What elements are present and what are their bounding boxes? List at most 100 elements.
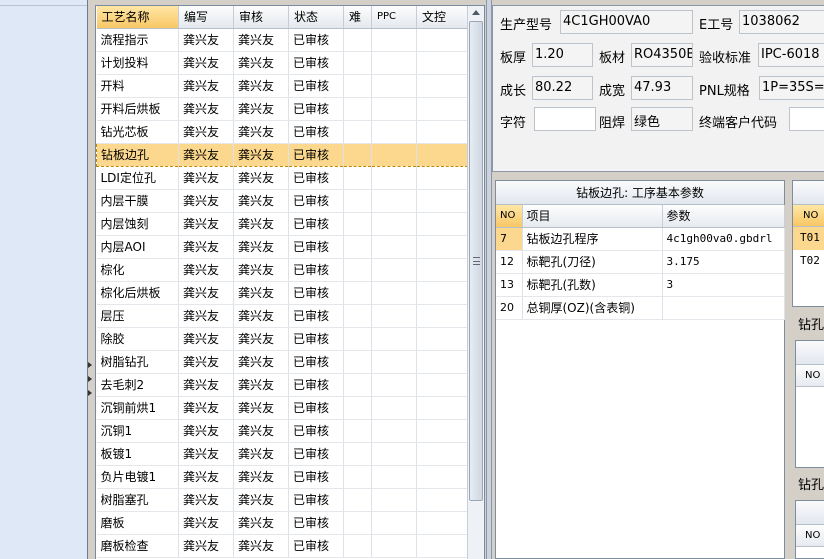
process-name-cell[interactable]: 沉铜1 [96, 419, 179, 443]
writer-cell[interactable]: 龚兴友 [178, 396, 234, 420]
ppc-cell[interactable] [371, 396, 417, 420]
ppc-cell[interactable] [371, 258, 417, 282]
process-grid-scrollbar[interactable] [467, 6, 484, 559]
process-name-cell[interactable]: 磨板 [96, 511, 179, 535]
reviewer-cell[interactable]: 龚兴友 [233, 304, 289, 328]
status-cell[interactable]: 已审核 [288, 442, 344, 466]
ppc-cell[interactable] [371, 212, 417, 236]
writer-cell[interactable]: 龚兴友 [178, 488, 234, 512]
reviewer-cell[interactable]: 龚兴友 [233, 74, 289, 98]
writer-cell[interactable]: 龚兴友 [178, 258, 234, 282]
difficulty-cell[interactable] [343, 419, 372, 443]
difficulty-cell[interactable] [343, 212, 372, 236]
difficulty-cell[interactable] [343, 511, 372, 535]
ppc-cell[interactable] [371, 120, 417, 144]
difficulty-cell[interactable] [343, 258, 372, 282]
difficulty-cell[interactable] [343, 235, 372, 259]
writer-cell[interactable]: 龚兴友 [178, 281, 234, 305]
doc-control-cell[interactable] [416, 51, 469, 75]
pnl-field[interactable]: 1P=35S= [759, 76, 824, 100]
status-cell[interactable]: 已审核 [288, 465, 344, 489]
col-header-process-name[interactable]: 工艺名称 [96, 6, 179, 29]
doc-control-cell[interactable] [416, 166, 469, 190]
difficulty-cell[interactable] [343, 350, 372, 374]
doc-control-cell[interactable] [416, 373, 469, 397]
reviewer-cell[interactable]: 龚兴友 [233, 258, 289, 282]
col-header-writer[interactable]: 编写 [178, 6, 234, 29]
status-cell[interactable]: 已审核 [288, 166, 344, 190]
doc-control-cell[interactable] [416, 419, 469, 443]
status-cell[interactable]: 已审核 [288, 350, 344, 374]
reviewer-cell[interactable]: 龚兴友 [233, 235, 289, 259]
writer-cell[interactable]: 龚兴友 [178, 97, 234, 121]
reviewer-cell[interactable]: 龚兴友 [233, 189, 289, 213]
process-row[interactable]: 棕化后烘板 龚兴友 龚兴友 已审核 [96, 281, 469, 305]
difficulty-cell[interactable] [343, 373, 372, 397]
reviewer-cell[interactable]: 龚兴友 [233, 142, 289, 167]
status-cell[interactable]: 已审核 [288, 327, 344, 351]
process-row[interactable]: 树脂塞孔 龚兴友 龚兴友 已审核 [96, 488, 469, 512]
difficulty-cell[interactable] [343, 304, 372, 328]
difficulty-cell[interactable] [343, 142, 372, 167]
writer-cell[interactable]: 龚兴友 [178, 189, 234, 213]
process-row[interactable]: 钻板边孔 龚兴友 龚兴友 已审核 [96, 142, 469, 167]
params-value-cell[interactable]: 3.175 [662, 250, 785, 274]
ppc-cell[interactable] [371, 511, 417, 535]
doc-control-cell[interactable] [416, 327, 469, 351]
ppc-cell[interactable] [371, 142, 417, 167]
process-row[interactable]: 流程指示 龚兴友 龚兴友 已审核 [96, 28, 469, 52]
doc-control-cell[interactable] [416, 120, 469, 144]
standard-field[interactable]: IPC-6018 [758, 43, 824, 67]
status-cell[interactable]: 已审核 [288, 28, 344, 52]
status-cell[interactable]: 已审核 [288, 304, 344, 328]
process-name-cell[interactable]: 计划投料 [96, 51, 179, 75]
process-row[interactable]: 磨板 龚兴友 龚兴友 已审核 [96, 511, 469, 535]
tool-row[interactable]: T01 [793, 227, 824, 250]
process-row[interactable]: 磨板检查 龚兴友 龚兴友 已审核 [96, 534, 469, 558]
doc-control-cell[interactable] [416, 281, 469, 305]
difficulty-cell[interactable] [343, 74, 372, 98]
process-name-cell[interactable]: 内层AOI [96, 235, 179, 259]
col-header-difficulty[interactable]: 难 [343, 6, 372, 29]
reviewer-cell[interactable]: 龚兴友 [233, 350, 289, 374]
reviewer-cell[interactable]: 龚兴友 [233, 465, 289, 489]
reviewer-cell[interactable]: 龚兴友 [233, 442, 289, 466]
reviewer-cell[interactable]: 龚兴友 [233, 281, 289, 305]
ppc-cell[interactable] [371, 166, 417, 190]
scroll-thumb[interactable] [469, 21, 483, 501]
writer-cell[interactable]: 龚兴友 [178, 142, 234, 167]
writer-cell[interactable]: 龚兴友 [178, 327, 234, 351]
process-name-cell[interactable]: LDI定位孔 [96, 166, 179, 190]
doc-control-cell[interactable] [416, 74, 469, 98]
status-cell[interactable]: 已审核 [288, 373, 344, 397]
reviewer-cell[interactable]: 龚兴友 [233, 212, 289, 236]
process-name-cell[interactable]: 内层蚀刻 [96, 212, 179, 236]
ppc-cell[interactable] [371, 488, 417, 512]
ppc-cell[interactable] [371, 51, 417, 75]
difficulty-cell[interactable] [343, 442, 372, 466]
process-name-cell[interactable]: 树脂钻孔 [96, 350, 179, 374]
process-row[interactable]: 除胶 龚兴友 龚兴友 已审核 [96, 327, 469, 351]
params-col-no[interactable]: NO [496, 205, 523, 228]
params-item-cell[interactable]: 标靶孔(刀径) [522, 250, 663, 274]
process-row[interactable]: 内层干膜 龚兴友 龚兴友 已审核 [96, 189, 469, 213]
eno-field[interactable]: 1038062 [739, 10, 824, 34]
col-header-doc-control[interactable]: 文控 [416, 6, 469, 29]
ppc-cell[interactable] [371, 327, 417, 351]
difficulty-cell[interactable] [343, 281, 372, 305]
doc-control-cell[interactable] [416, 258, 469, 282]
difficulty-cell[interactable] [343, 327, 372, 351]
doc-control-cell[interactable] [416, 28, 469, 52]
params-col-param[interactable]: 参数 [662, 205, 785, 228]
difficulty-cell[interactable] [343, 488, 372, 512]
status-cell[interactable]: 已审核 [288, 235, 344, 259]
status-cell[interactable]: 已审核 [288, 258, 344, 282]
process-row[interactable]: 沉铜1 龚兴友 龚兴友 已审核 [96, 419, 469, 443]
status-cell[interactable]: 已审核 [288, 488, 344, 512]
process-row[interactable]: 板镀1 龚兴友 龚兴友 已审核 [96, 442, 469, 466]
params-no-cell[interactable]: 12 [496, 250, 523, 274]
status-cell[interactable]: 已审核 [288, 212, 344, 236]
process-name-cell[interactable]: 去毛刺2 [96, 373, 179, 397]
ppc-cell[interactable] [371, 465, 417, 489]
writer-cell[interactable]: 龚兴友 [178, 373, 234, 397]
